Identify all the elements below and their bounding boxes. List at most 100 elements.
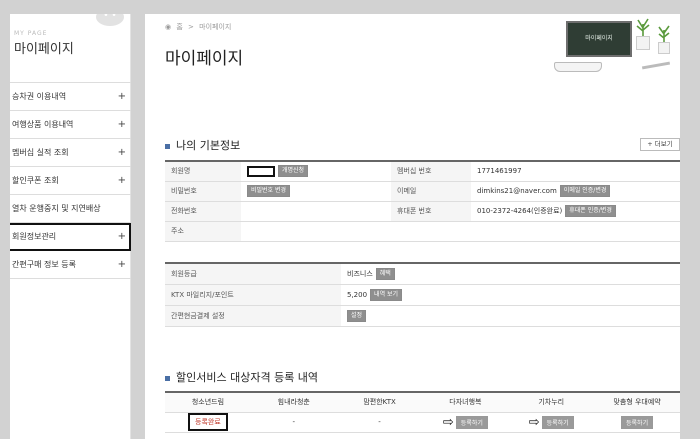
grade-label: 회원등급: [165, 263, 341, 285]
comfort-ktx-cell: -: [336, 412, 423, 433]
table-row: 전화번호 휴대폰 번호 010-2372-4264(인증완료) 휴대폰 인증/변경: [165, 201, 680, 222]
section-bullet-icon: [165, 143, 170, 149]
mileage-history-button[interactable]: 내역 보기: [370, 288, 403, 301]
plant-icon: [658, 25, 670, 42]
header-illustration: 마이페이지: [550, 14, 680, 80]
table-row: 비밀번호 비밀번호 변경 이메일 dimkins21@naver.com 이메일 …: [165, 181, 680, 202]
column-header: 맞춤형 우대예약: [594, 392, 680, 413]
sidebar-subtitle: MY PAGE: [14, 30, 48, 37]
plant-pot-image: [636, 36, 650, 50]
register-button[interactable]: 등록하기: [455, 415, 488, 429]
sidebar-item-member-info[interactable]: 회원정보관리 +: [10, 223, 131, 251]
breadcrumb-home[interactable]: 홈: [176, 23, 182, 31]
sidebar-item-label: 멤버십 실적 조회: [12, 148, 69, 157]
sidebar-item-label: 열차 운행중지 및 지연배상: [12, 204, 101, 213]
sidebar-item-coupons[interactable]: 할인쿠폰 조회 +: [10, 167, 131, 195]
sidebar-menu: 승차권 이용내역 + 여행상품 이용내역 + 멤버십 실적 조회 + 할인쿠폰 조회 +…: [10, 82, 131, 279]
cheer-youth-cell: -: [250, 412, 337, 433]
rename-button[interactable]: 개명신청: [278, 165, 309, 178]
address-label: 주소: [165, 221, 241, 242]
simplepay-setting-button[interactable]: 설정: [347, 309, 367, 322]
discount-table: 청소년드림 힘내라청춘 맘편한KTX 다자녀행복 기차누리 맞춤형 우대예약 등…: [165, 391, 680, 433]
mileage-label: KTX 마일리지/포인트: [165, 284, 341, 306]
membership-no-value: 1771461997: [471, 161, 680, 182]
home-icon[interactable]: ◉: [165, 23, 171, 31]
membership-no-label: 멤버십 번호: [391, 161, 471, 182]
email-verify-button[interactable]: 이메일 인증/변경: [559, 185, 611, 197]
sidebar-item-travel-history[interactable]: 여행상품 이용내역 +: [10, 111, 131, 139]
column-header: 맘편한KTX: [336, 392, 423, 413]
breadcrumb-current: 마이페이지: [199, 23, 232, 31]
sidebar-header: • • MY PAGE 마이페이지: [10, 14, 130, 82]
table-row: KTX 마일리지/포인트 5,200 내역 보기: [165, 284, 680, 306]
password-cell: 비밀번호 변경: [241, 181, 391, 202]
simplepay-label: 간편현금결제 설정: [165, 305, 341, 327]
register-button[interactable]: 등록하기: [541, 415, 574, 429]
page-title: 마이페이지: [165, 49, 244, 69]
sidebar-badge: • •: [96, 14, 124, 26]
phone-label: 전화번호: [165, 201, 241, 222]
custom-reservation-cell: 등록하기: [594, 412, 680, 433]
registration-complete-link[interactable]: 등록완료: [188, 413, 228, 431]
sidebar-item-label: 간편구매 정보 등록: [12, 260, 76, 269]
member-name-cell: 개명신청: [241, 161, 391, 182]
mobile-value: 010-2372-4264(인증완료): [477, 207, 563, 215]
column-header: 다자녀행복: [422, 392, 509, 413]
page: • • MY PAGE 마이페이지 승차권 이용내역 + 여행상품 이용내역 + 멤…: [10, 14, 680, 439]
discount-title: 할인서비스 대상자격 등록 내역: [165, 369, 318, 385]
chalkboard-image: 마이페이지: [566, 21, 632, 57]
sidebar-item-quick-purchase[interactable]: 간편구매 정보 등록 +: [10, 251, 131, 279]
table-row: 주소: [165, 221, 680, 242]
breadcrumb: ◉ 홈 > 마이페이지: [165, 22, 234, 32]
youth-status-cell: 등록완료: [165, 412, 251, 433]
arrow-right-icon: ⇨: [528, 414, 540, 430]
register-button[interactable]: 등록하기: [621, 415, 654, 429]
sidebar-item-delay-compensation[interactable]: 열차 운행중지 및 지연배상: [10, 195, 131, 223]
simplepay-cell: 설정: [341, 305, 680, 327]
member-name-label: 회원명: [165, 161, 241, 182]
train-nuri-cell: ⇨ 등록하기: [508, 412, 595, 433]
redacted-name: [247, 165, 275, 177]
more-button[interactable]: + 더보기: [640, 138, 680, 151]
arrow-right-icon: ⇨: [442, 414, 454, 430]
sidebar-item-membership-results[interactable]: 멤버십 실적 조회 +: [10, 139, 131, 167]
mileage-value: 5,200: [347, 290, 368, 299]
multi-child-cell: ⇨ 등록하기: [422, 412, 509, 433]
email-cell: dimkins21@naver.com 이메일 인증/변경: [471, 181, 680, 202]
table-row: 등록완료 - - ⇨ 등록하기 ⇨ 등록하기 등록하기: [165, 412, 680, 433]
grade-table: 회원등급 비즈니스 혜택 KTX 마일리지/포인트 5,200 내역 보기 간편현금…: [165, 262, 680, 327]
table-row: 회원명 개명신청 멤버십 번호 1771461997: [165, 161, 680, 182]
address-value: [241, 221, 680, 242]
grade-value: 비즈니스: [347, 269, 373, 278]
plus-icon[interactable]: +: [118, 83, 126, 110]
sidebar-title: 마이페이지: [14, 42, 74, 57]
sidebar-item-label: 승차권 이용내역: [12, 92, 67, 101]
phone-value: [241, 201, 391, 222]
gutter: [131, 14, 145, 439]
plus-icon[interactable]: +: [118, 167, 126, 194]
mobile-cell: 010-2372-4264(인증완료) 휴대폰 인증/변경: [471, 201, 680, 222]
mobile-verify-button[interactable]: 휴대폰 인증/변경: [565, 205, 616, 217]
column-header: 힘내라청춘: [250, 392, 337, 413]
book-image: [554, 62, 602, 72]
sidebar-item-label: 할인쿠폰 조회: [12, 176, 59, 185]
plus-icon[interactable]: +: [118, 223, 126, 250]
breadcrumb-separator: >: [188, 23, 194, 31]
sidebar-item-ticket-history[interactable]: 승차권 이용내역 +: [10, 83, 131, 111]
screenshot-frame: • • MY PAGE 마이페이지 승차권 이용내역 + 여행상품 이용내역 + 멤…: [0, 0, 700, 439]
mobile-label: 휴대폰 번호: [391, 201, 471, 222]
main-content: ◉ 홈 > 마이페이지 마이페이지 마이페이지 나의 기본정보 + 더보기 회원…: [145, 14, 680, 439]
email-value: dimkins21@naver.com: [477, 187, 557, 195]
plus-icon[interactable]: +: [118, 139, 126, 166]
plus-icon[interactable]: +: [118, 251, 126, 278]
plus-icon[interactable]: +: [118, 111, 126, 138]
change-password-button[interactable]: 비밀번호 변경: [247, 185, 291, 197]
password-label: 비밀번호: [165, 181, 241, 202]
table-row: 간편현금결제 설정 설정: [165, 305, 680, 327]
column-header: 기차누리: [508, 392, 595, 413]
basic-info-table: 회원명 개명신청 멤버십 번호 1771461997 비밀번호 비밀번호 변경 …: [165, 160, 680, 242]
sidebar: • • MY PAGE 마이페이지 승차권 이용내역 + 여행상품 이용내역 + 멤…: [10, 14, 131, 439]
mileage-cell: 5,200 내역 보기: [341, 284, 680, 306]
benefit-button[interactable]: 혜택: [375, 267, 395, 280]
plant-pot-image: [658, 42, 670, 54]
